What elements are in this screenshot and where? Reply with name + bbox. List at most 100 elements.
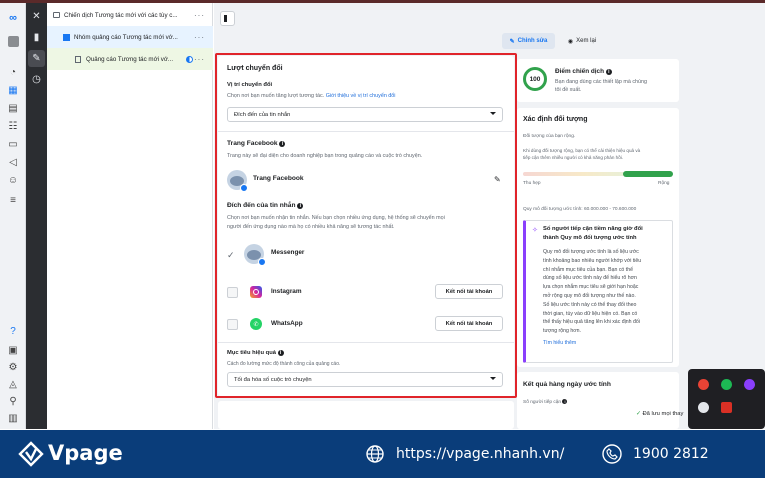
device-icon[interactable]: [721, 402, 732, 413]
tree-item-ad[interactable]: Quảng cáo Tương tác mới vớ... ···: [47, 48, 213, 70]
destination-desc-1: Chọn nơi bạn muốn nhận tin nhắn. Nếu bạn…: [227, 215, 445, 221]
destination-title: Đích đến của tin nhắn i: [227, 202, 304, 209]
meta-logo-icon[interactable]: ∞: [5, 11, 21, 25]
instagram-connect-button[interactable]: Kết nối tài khoản: [435, 284, 503, 299]
audience-desc-1: Khi dùng đối tượng rộng, bạn có thể cải …: [523, 148, 641, 153]
info-icon: i: [562, 399, 568, 404]
audience-desc-2: tiếp cận thêm nhiều người có khả năng ph…: [523, 155, 624, 160]
adset-name: Nhóm quảng cáo Tương tác mới vớ...: [74, 33, 178, 41]
info-line: thể thấy hiệu quả tăng lên khi xác định …: [543, 319, 640, 326]
brand-name: Vpage: [48, 441, 123, 465]
edit-page-pencil-icon[interactable]: ✎: [494, 175, 501, 184]
info-title-1: Số người tiếp cận tiềm năng giờ đổi: [543, 226, 643, 232]
users-icon[interactable]: ☺: [5, 173, 21, 187]
learn-more-link[interactable]: Tìm hiểu thêm: [543, 340, 576, 346]
info-line: tượng rộng hơn.: [543, 328, 581, 335]
check-icon: ✓: [636, 411, 641, 417]
caret-down-icon: [490, 377, 496, 380]
chart-icon[interactable]: ▮: [28, 29, 45, 46]
sparkle-icon: ✧: [532, 227, 538, 234]
performance-title: Mục tiêu hiệu quả i: [227, 350, 284, 356]
search-icon[interactable]: ⚲: [5, 394, 21, 408]
info-line: lựa chọn nhắm mục tiêu sẽ giới hạn hoặc: [543, 284, 639, 291]
campaign-name: Chiến dịch Tương tác mới với các tùy c..…: [64, 11, 178, 19]
more-options-icon[interactable]: ···: [194, 55, 205, 64]
destination-desc-2: người đến ứng dụng nào mà họ có nhiều kh…: [227, 224, 395, 230]
location-learn-link[interactable]: Giới thiệu về vị trí chuyển đổi: [326, 93, 396, 99]
audience-icon[interactable]: ☷: [5, 119, 21, 133]
spotify-icon[interactable]: [721, 379, 732, 390]
info-line: tính khoảng bao nhiêu người khớp với tiê…: [543, 257, 642, 264]
fb-page-title-text: Trang Facebook: [227, 140, 278, 147]
info-line: thời gian, tùy vào dữ liệu hiện có. Bạn …: [543, 310, 638, 317]
audience-meter-fill: [623, 171, 673, 177]
help-icon[interactable]: ?: [5, 324, 21, 338]
location-desc-text: Chọn nơi bạn muốn tăng lượt tương tác.: [227, 93, 325, 99]
info-line: mở rộng quy mô đối tượng như thế nào.: [543, 292, 636, 299]
toggle-panel-button[interactable]: [220, 11, 235, 26]
caret-down-icon: [490, 112, 496, 115]
conversion-title: Lượt chuyển đổi: [227, 65, 283, 72]
status-indicator-icon: [186, 55, 193, 63]
app-icon[interactable]: [744, 379, 755, 390]
close-icon[interactable]: ✕: [28, 8, 45, 25]
tree-item-adset[interactable]: Nhóm quảng cáo Tương tác mới vớ... ···: [47, 26, 213, 48]
ad-name: Quảng cáo Tương tác mới vớ...: [86, 55, 174, 63]
account-avatar-icon[interactable]: [5, 34, 21, 48]
dashboard-icon[interactable]: ◔: [5, 65, 21, 79]
score-desc-2: tôi đề xuất.: [555, 87, 582, 93]
menu-icon[interactable]: ≡: [5, 193, 21, 207]
messenger-checkbox[interactable]: ✓: [227, 250, 238, 261]
whatsapp-checkbox[interactable]: [227, 319, 238, 330]
score-title: Điểm chiến dịch i: [555, 68, 612, 75]
ad-icon: [75, 55, 81, 63]
fb-page-title: Trang Facebook i: [227, 140, 286, 147]
reports-icon[interactable]: ▣: [5, 343, 21, 357]
instagram-checkbox[interactable]: [227, 287, 238, 298]
campaign-icon[interactable]: ◁: [5, 155, 21, 169]
cloud-icon[interactable]: [698, 402, 709, 413]
tree-item-campaign[interactable]: Chiến dịch Tương tác mới với các tùy c..…: [47, 4, 213, 26]
daily-results-card: Kết quả hàng ngày ước tính Số người tiếp…: [517, 372, 679, 429]
next-section-card: [218, 401, 514, 429]
more-options-icon[interactable]: ···: [194, 33, 205, 42]
performance-select[interactable]: Tối đa hóa số cuộc trò chuyện: [227, 372, 503, 387]
location-select-value: Đích đến của tin nhắn: [234, 111, 291, 118]
pages-icon[interactable]: ▤: [5, 101, 21, 115]
left-icon-rail: ∞ ◔ ▦ ▤ ☷ ▭ ◁ ☺ ≡ ? ▣ ⚙ ◬ ⚲ ▥: [0, 3, 26, 429]
audience-subtitle: Đối tượng của bạn rộng.: [523, 134, 576, 139]
fb-page-desc: Trang này sẽ đại diện cho doanh nghiệp b…: [227, 153, 423, 159]
info-line: dùng số liệu ước tính này để hiểu rõ hơn: [543, 275, 637, 282]
history-icon[interactable]: ◷: [28, 71, 45, 88]
campaign-score-card: 100 Điểm chiến dịch i Bạn đang dùng các …: [517, 59, 679, 102]
location-select[interactable]: Đích đến của tin nhắn: [227, 107, 503, 122]
whatsapp-label: WhatsApp: [271, 320, 303, 327]
audience-card: Xác định đối tượng Đối tượng của bạn rộn…: [517, 108, 679, 367]
audience-title: Xác định đối tượng: [523, 116, 588, 123]
edit-tab[interactable]: ✎ Chỉnh sửa: [502, 33, 555, 49]
more-options-icon[interactable]: ···: [194, 11, 205, 20]
save-status-text: Đã lưu mọi thay: [642, 411, 684, 417]
hotline[interactable]: 1900 2812: [633, 446, 709, 462]
pencil-edit-icon[interactable]: ✎: [28, 50, 45, 67]
daily-sub: Số người tiếp cận i: [523, 399, 568, 405]
globe-icon: [366, 445, 384, 463]
whatsapp-connect-button[interactable]: Kết nối tài khoản: [435, 316, 503, 331]
editor-tool-column: ✕ ▮ ✎ ◷: [26, 3, 47, 429]
ads-manager-icon[interactable]: ▦: [5, 83, 21, 97]
preview-tab-label: Xem lại: [576, 38, 597, 44]
settings-icon[interactable]: ⚙: [5, 360, 21, 374]
website-url[interactable]: https://vpage.nhanh.vn/: [396, 446, 564, 462]
info-icon: i: [605, 69, 612, 75]
daily-title: Kết quả hàng ngày ước tính: [523, 381, 611, 388]
fb-page-name: Trang Facebook: [253, 175, 304, 182]
billing-icon[interactable]: ▭: [5, 137, 21, 151]
trash-icon[interactable]: ▥: [5, 411, 21, 425]
notifications-icon[interactable]: ◬: [5, 377, 21, 391]
location-title: Vị trí chuyển đổi: [227, 82, 273, 88]
preview-tab[interactable]: ◉ Xem lại: [561, 33, 603, 49]
info-icon: i: [279, 141, 286, 147]
chrome-icon[interactable]: [698, 379, 709, 390]
location-desc: Chọn nơi bạn muốn tăng lượt tương tác. G…: [227, 93, 396, 99]
info-title-2: thành Quy mô đối tượng ước tính: [543, 235, 637, 241]
